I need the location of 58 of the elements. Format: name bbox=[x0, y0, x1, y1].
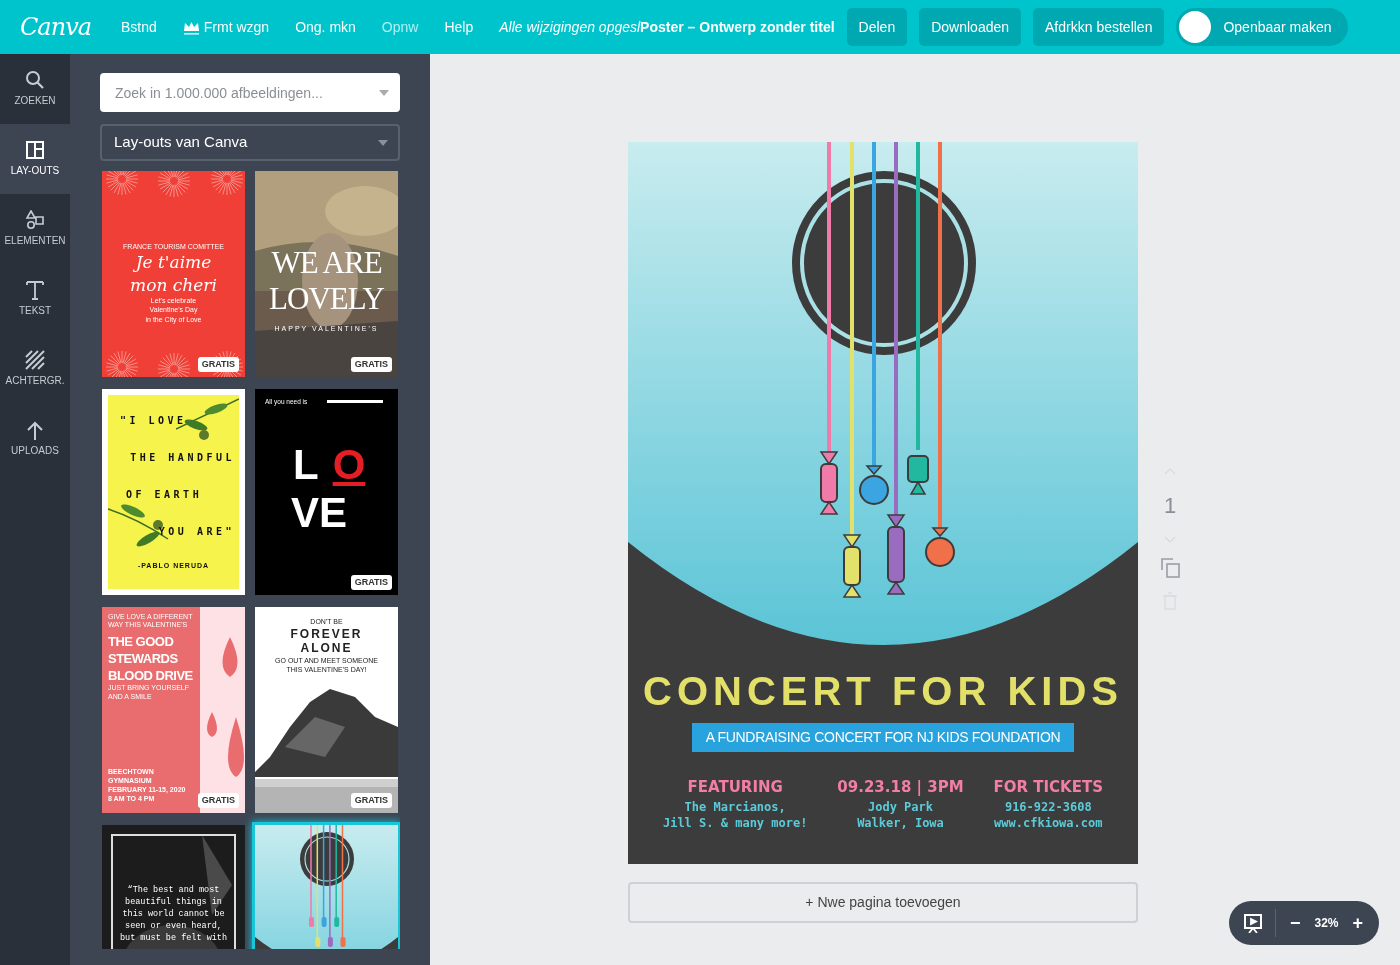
sidebar-tab[interactable]: ELEMENTEN bbox=[0, 194, 70, 264]
template-text: OF EARTH bbox=[125, 487, 203, 502]
caret-icon bbox=[379, 90, 389, 96]
template-text: FOREVER bbox=[290, 626, 363, 642]
poster-detail: 916-922-3608 bbox=[1003, 798, 1093, 816]
poster-heading: FOR TICKETS bbox=[993, 777, 1104, 798]
sidebar-tab[interactable]: LAY-OUTS bbox=[0, 124, 70, 194]
source-dropdown[interactable]: Lay-outs van Canva bbox=[100, 124, 400, 161]
poster-detail: Jill S. & many more! bbox=[662, 815, 808, 833]
poster-subtitle: A FUNDRAISING CONCERT FOR NJ KIDS FOUNDATION bbox=[691, 723, 1075, 752]
zoom-out-button[interactable]: − bbox=[1287, 909, 1303, 937]
template-text: THE HANDFUL bbox=[130, 450, 235, 465]
template-text: “The best and most beautiful things in this world cannot be seen or even heard, but must be felt with bbox=[118, 885, 229, 945]
text-icon bbox=[25, 280, 45, 300]
poster-heading: 09.23.18 | 3PM bbox=[837, 777, 964, 798]
poster-heading: FEATURING bbox=[686, 777, 784, 798]
free-badge: GRATIS bbox=[350, 574, 392, 590]
template-text: Je t'aime bbox=[135, 251, 212, 274]
sidebar-tab[interactable]: TEKST bbox=[0, 264, 70, 334]
rule-drawing bbox=[327, 400, 383, 403]
free-badge: GRATIS bbox=[197, 356, 239, 372]
template-text: WE ARE bbox=[271, 245, 382, 281]
save-status: Alle wijzigingen opgesl bbox=[499, 17, 641, 37]
template-text: O bbox=[332, 440, 366, 490]
crown-icon bbox=[182, 19, 200, 35]
template-text: LOVELY bbox=[269, 280, 384, 317]
poster-detail: www.cfkiowa.com bbox=[993, 815, 1104, 833]
template-text: "I LOVE bbox=[119, 414, 187, 428]
hatch-icon bbox=[25, 350, 45, 370]
template-thumbnail[interactable]: “The best and most beautiful things in this world cannot be seen or even heard, but must be felt with bbox=[102, 825, 245, 949]
template-text: YOU ARE" bbox=[158, 524, 235, 539]
presentation-icon[interactable] bbox=[1242, 913, 1263, 933]
shapes-icon bbox=[25, 210, 45, 230]
poster-detail: The Marcianos, bbox=[683, 798, 787, 816]
template-text: VE bbox=[291, 489, 348, 538]
template-text: STEWARDS bbox=[108, 650, 178, 668]
poster[interactable]: CONCERT FOR KIDS A FUNDRAISING CONCERT FOR NJ KIDS FOUNDATION FEATURING The Marcianos, Jill S. & many more! 09.23.18 | 3PM Jody Park Walker, Iowa FOR TICKETS 916-922-3608 www.cfkiowa.com bbox=[628, 142, 1138, 864]
zoom-level: 32% bbox=[1314, 915, 1339, 932]
search-icon bbox=[25, 70, 45, 90]
template-text: L bbox=[293, 440, 319, 490]
upload-icon bbox=[25, 420, 45, 440]
sidebar-tab[interactable]: ZOEKEN bbox=[0, 54, 70, 124]
template-text: BLOOD DRIVE bbox=[108, 667, 193, 685]
page-number: 1 bbox=[1163, 492, 1177, 520]
caret-icon bbox=[378, 139, 388, 146]
poster-detail: Jody Park bbox=[866, 798, 934, 816]
template-text: THE GOOD bbox=[108, 633, 174, 651]
poster-title: CONCERT FOR KIDS bbox=[643, 668, 1123, 715]
search-field[interactable]: Zoek in 1.000.000 afbeeldingen... bbox=[100, 73, 400, 112]
sidebar-tab[interactable]: ACHTERGR. bbox=[0, 334, 70, 404]
copy-icon[interactable] bbox=[1160, 558, 1180, 578]
template-text: mon cheri bbox=[130, 273, 217, 296]
poster-detail: Walker, Iowa bbox=[856, 815, 945, 833]
sidebar-tab[interactable]: UPLOADS bbox=[0, 404, 70, 474]
add-page-button[interactable]: + Nwe pagina toevoegen bbox=[628, 882, 1138, 923]
zoom-in-button[interactable]: + bbox=[1350, 909, 1365, 937]
template-text: ALONE bbox=[300, 641, 353, 656]
layout-icon bbox=[25, 140, 45, 160]
